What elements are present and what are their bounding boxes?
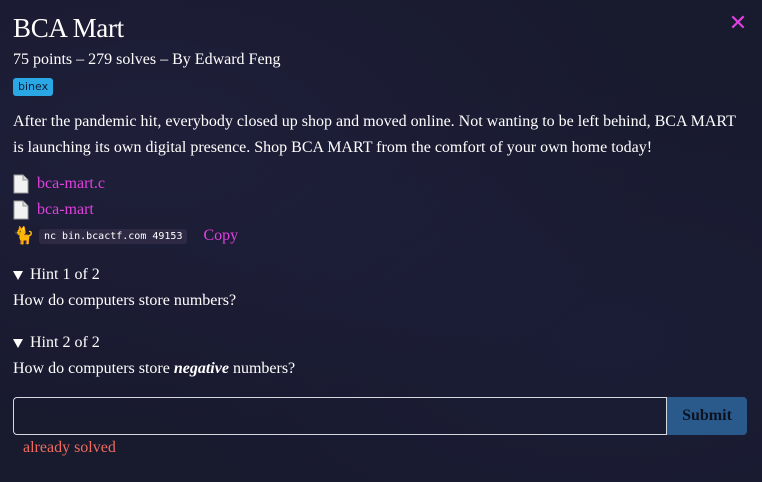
connection-command: nc bin.bcactf.com 49153: [39, 228, 188, 244]
file-row: bca-mart: [13, 197, 748, 223]
cat-icon: 🐈: [13, 226, 35, 246]
hint-1: Hint 1 of 2 How do computers store numbe…: [13, 265, 748, 311]
challenge-modal: ✕ BCA Mart 75 points – 279 solves – By E…: [0, 0, 762, 482]
hint-1-toggle[interactable]: Hint 1 of 2: [13, 265, 748, 285]
hint-1-text: How do computers store numbers?: [13, 292, 237, 309]
file-link-bca-mart-c[interactable]: bca-mart.c: [37, 175, 105, 193]
copy-button[interactable]: Copy: [203, 227, 238, 245]
triangle-down-icon: [13, 339, 23, 348]
files-list: bca-mart.c bca-mart 🐈 nc bin.bcactf.com …: [13, 171, 748, 249]
hint-2-text: How do computers store negative numbers?: [13, 360, 296, 377]
connection-row: 🐈 nc bin.bcactf.com 49153 Copy: [13, 223, 748, 249]
status-message: already solved: [23, 439, 116, 456]
challenge-description: After the pandemic hit, everybody closed…: [13, 113, 736, 156]
file-icon: [13, 200, 29, 220]
hint-2-label: Hint 2 of 2: [30, 334, 100, 351]
hint-2-toggle[interactable]: Hint 2 of 2: [13, 333, 748, 353]
flag-input[interactable]: [13, 397, 667, 435]
hint-2: Hint 2 of 2 How do computers store negat…: [13, 333, 748, 379]
file-icon: [13, 174, 29, 194]
file-row: bca-mart.c: [13, 171, 748, 197]
category-tag: binex: [13, 78, 54, 96]
submit-button[interactable]: Submit: [667, 397, 747, 435]
close-icon[interactable]: ✕: [728, 13, 748, 35]
file-link-bca-mart[interactable]: bca-mart: [37, 201, 94, 219]
hint-1-label: Hint 1 of 2: [30, 266, 100, 283]
challenge-meta: 75 points – 279 solves – By Edward Feng: [13, 51, 281, 68]
flag-form: Submit: [13, 397, 748, 435]
hint-2-emphasis: negative: [173, 360, 229, 377]
triangle-down-icon: [13, 271, 23, 280]
challenge-title: BCA Mart: [13, 13, 124, 43]
